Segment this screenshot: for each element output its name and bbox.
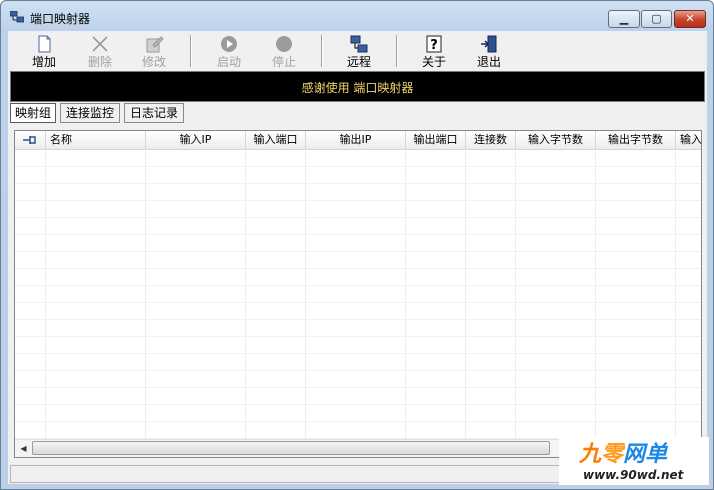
tab-connection-monitor[interactable]: 连接监控 — [60, 103, 120, 123]
grid-line — [15, 200, 701, 201]
grid-line — [45, 149, 46, 457]
exit-door-icon — [481, 35, 497, 53]
minimize-icon: ▁ — [619, 12, 629, 25]
tab-mapping-group[interactable]: 映射组 — [10, 103, 56, 123]
welcome-banner: 感谢使用 端口映射器 — [10, 71, 705, 102]
about-button[interactable]: ? 关于 — [412, 31, 456, 71]
edit-icon — [146, 36, 164, 53]
play-icon — [221, 36, 237, 52]
help-icon: ? — [426, 35, 442, 53]
grid-line — [15, 251, 701, 252]
close-button[interactable]: ✕ — [674, 10, 706, 28]
svg-text:?: ? — [430, 38, 438, 53]
grid-line — [515, 149, 516, 457]
column-header-output-bytes[interactable]: 输出字节数 — [596, 131, 676, 149]
window-title: 端口映射器 — [30, 12, 91, 26]
scrollbar-thumb[interactable] — [32, 441, 550, 455]
title-bar[interactable]: 端口映射器 ▁ ▢ ✕ — [1, 1, 713, 31]
client-area: 增加 删除 修改 启动 停止 远程 ? 关于 退出 感谢使用 端口映射器 映射组… — [8, 31, 707, 484]
close-icon: ✕ — [685, 12, 695, 25]
toolbar-separator — [321, 35, 323, 67]
app-window: 端口映射器 ▁ ▢ ✕ 增加 删除 修改 启动 停止 远程 ? 关于 退出 感谢… — [0, 0, 714, 490]
delete-button[interactable]: 删除 — [78, 31, 122, 71]
delete-button-label: 删除 — [87, 55, 112, 69]
grid-line — [15, 268, 701, 269]
add-button-label: 增加 — [31, 55, 56, 69]
maximize-button[interactable]: ▢ — [641, 10, 672, 28]
grid-line — [15, 353, 701, 354]
pin-icon — [23, 136, 36, 144]
stop-button[interactable]: 停止 — [262, 31, 306, 71]
svg-text:九零网单: 九零网单 — [579, 442, 669, 467]
grid-line — [15, 387, 701, 388]
grid-line — [15, 421, 701, 422]
grid-line — [15, 285, 701, 286]
app-network-icon — [10, 11, 24, 23]
grid-line — [15, 319, 701, 320]
edit-button[interactable]: 修改 — [132, 31, 176, 71]
column-header-output-port[interactable]: 输出端口 — [406, 131, 466, 149]
grid-line — [15, 234, 701, 235]
column-header-input-truncated[interactable]: 输入 — [676, 131, 701, 149]
grid-line — [405, 149, 406, 457]
grid-line — [595, 149, 596, 457]
grid-line — [245, 149, 246, 457]
grid-line — [15, 217, 701, 218]
new-document-icon — [38, 35, 51, 53]
watermark-logo: 九零网单 www.90wd.net — [559, 437, 709, 485]
banner-text: 感谢使用 端口映射器 — [301, 81, 414, 95]
maximize-icon: ▢ — [651, 12, 662, 25]
start-button-label: 启动 — [216, 55, 241, 69]
remote-button-label: 远程 — [346, 55, 371, 69]
scroll-left-icon[interactable]: ◀ — [16, 441, 31, 456]
list-header: 名称 输入IP 输入端口 输出IP 输出端口 连接数 输入字节数 输出字节数 输… — [15, 131, 701, 150]
delete-x-icon — [92, 36, 108, 52]
tab-label: 连接监控 — [65, 106, 114, 120]
column-header-output-ip[interactable]: 输出IP — [306, 131, 406, 149]
tab-label: 映射组 — [14, 106, 51, 120]
grid-line — [675, 149, 676, 457]
watermark-brand-logo: 九零网单 — [579, 442, 669, 467]
remote-button[interactable]: 远程 — [337, 31, 381, 71]
watermark-url: www.90wd.net — [583, 468, 684, 482]
column-header-name[interactable]: 名称 — [46, 131, 146, 149]
toolbar: 增加 删除 修改 启动 停止 远程 ? 关于 退出 — [8, 31, 707, 71]
grid-line — [15, 404, 701, 405]
about-button-label: 关于 — [421, 55, 446, 69]
column-header-input-bytes[interactable]: 输入字节数 — [516, 131, 596, 149]
grid-line — [15, 370, 701, 371]
tab-label: 日志记录 — [129, 106, 178, 120]
column-header-connections[interactable]: 连接数 — [466, 131, 516, 149]
column-header-input-ip[interactable]: 输入IP — [146, 131, 246, 149]
toolbar-separator — [396, 35, 398, 67]
mapping-list[interactable]: 名称 输入IP 输入端口 输出IP 输出端口 连接数 输入字节数 输出字节数 输… — [14, 130, 702, 458]
stop-icon — [276, 36, 292, 52]
stop-button-label: 停止 — [271, 55, 296, 69]
grid-line — [15, 183, 701, 184]
grid-line — [465, 149, 466, 457]
add-button[interactable]: 增加 — [22, 31, 66, 71]
remote-network-icon — [350, 35, 368, 53]
toolbar-separator — [190, 35, 192, 67]
grid-line — [15, 166, 701, 167]
grid-line — [305, 149, 306, 457]
column-header-input-port[interactable]: 输入端口 — [246, 131, 306, 149]
grid-line — [145, 149, 146, 457]
grid-line — [15, 336, 701, 337]
start-button[interactable]: 启动 — [207, 31, 251, 71]
edit-button-label: 修改 — [141, 55, 166, 69]
minimize-button[interactable]: ▁ — [608, 10, 640, 28]
grid-line — [15, 302, 701, 303]
exit-button[interactable]: 退出 — [467, 31, 511, 71]
tab-log[interactable]: 日志记录 — [124, 103, 184, 123]
pin-column-header[interactable] — [15, 131, 46, 149]
exit-button-label: 退出 — [476, 55, 501, 69]
